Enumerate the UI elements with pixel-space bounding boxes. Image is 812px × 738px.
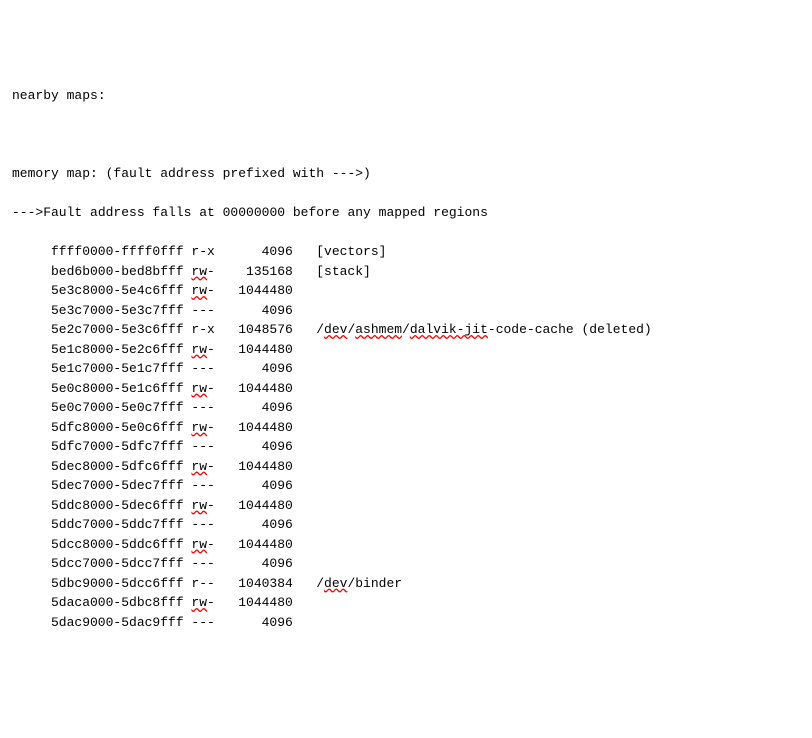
permissions: rw- [191, 262, 222, 282]
memory-map-row: 5dcc7000-5dcc7fff ---4096 [12, 554, 800, 574]
permissions: rw- [191, 496, 222, 516]
addr-range: 5dec7000-5dec7fff [51, 476, 184, 496]
permissions: --- [191, 613, 222, 633]
addr-range: 5dfc7000-5dfc7fff [51, 437, 184, 457]
memory-map-row: 5e0c7000-5e0c7fff ---4096 [12, 398, 800, 418]
region-size: 1044480 [223, 418, 293, 438]
addr-range: 5dcc7000-5dcc7fff [51, 554, 184, 574]
addr-range: bed6b000-bed8bfff [51, 262, 184, 282]
mapping-path: /dev/binder [293, 574, 402, 594]
fault-address-line: --->Fault address falls at 00000000 befo… [12, 203, 800, 223]
heading-nearby-maps: nearby maps: [12, 86, 800, 106]
memory-map-row: 5e3c8000-5e4c6fff rw-1044480 [12, 281, 800, 301]
memory-map-row: 5e2c7000-5e3c6fff r-x1048576/dev/ashmem/… [12, 320, 800, 340]
region-size: 4096 [223, 398, 293, 418]
region-size: 4096 [223, 515, 293, 535]
region-size: 4096 [223, 437, 293, 457]
addr-range: 5e0c7000-5e0c7fff [51, 398, 184, 418]
memory-map-row: 5daca000-5dbc8fff rw-1044480 [12, 593, 800, 613]
memory-map-row: 5dcc8000-5ddc6fff rw-1044480 [12, 535, 800, 555]
addr-range: 5daca000-5dbc8fff [51, 593, 184, 613]
memory-map-row: 5dbc9000-5dcc6fff r--1040384/dev/binder [12, 574, 800, 594]
memory-map-row: ffff0000-ffff0fff r-x4096[vectors] [12, 242, 800, 262]
region-size: 135168 [223, 262, 293, 282]
memory-map-row: 5dec7000-5dec7fff ---4096 [12, 476, 800, 496]
memory-map-row: 5e3c7000-5e3c7fff ---4096 [12, 301, 800, 321]
memory-map-row: 5dfc8000-5e0c6fff rw-1044480 [12, 418, 800, 438]
permissions: r-x [191, 242, 222, 262]
memory-map-row: 5e0c8000-5e1c6fff rw-1044480 [12, 379, 800, 399]
permissions: --- [191, 359, 222, 379]
addr-range: 5dec8000-5dfc6fff [51, 457, 184, 477]
permissions: rw- [191, 535, 222, 555]
region-size: 1044480 [223, 496, 293, 516]
region-size: 1044480 [223, 535, 293, 555]
addr-range: 5ddc8000-5dec6fff [51, 496, 184, 516]
mapping-path: /dev/ashmem/dalvik-jit-code-cache (delet… [293, 320, 652, 340]
permissions: rw- [191, 379, 222, 399]
addr-range: 5e2c7000-5e3c6fff [51, 320, 184, 340]
permissions: --- [191, 398, 222, 418]
memory-map-rows: ffff0000-ffff0fff r-x4096[vectors]bed6b0… [12, 242, 800, 632]
permissions: rw- [191, 281, 222, 301]
region-size: 4096 [223, 242, 293, 262]
region-size: 1044480 [223, 379, 293, 399]
region-size: 4096 [223, 301, 293, 321]
addr-range: 5e3c8000-5e4c6fff [51, 281, 184, 301]
memory-map-row: 5e1c7000-5e1c7fff ---4096 [12, 359, 800, 379]
region-size: 1044480 [223, 340, 293, 360]
addr-range: 5ddc7000-5ddc7fff [51, 515, 184, 535]
permissions: rw- [191, 340, 222, 360]
region-size: 1044480 [223, 457, 293, 477]
blank-line [12, 125, 800, 145]
permissions: r-- [191, 574, 222, 594]
region-size: 1044480 [223, 593, 293, 613]
mapping-path: [vectors] [293, 242, 387, 262]
region-size: 4096 [223, 613, 293, 633]
permissions: r-x [191, 320, 222, 340]
memory-map-row: 5dfc7000-5dfc7fff ---4096 [12, 437, 800, 457]
region-size: 4096 [223, 554, 293, 574]
permissions: --- [191, 515, 222, 535]
permissions: rw- [191, 457, 222, 477]
addr-range: ffff0000-ffff0fff [51, 242, 184, 262]
memory-map-row: 5ddc7000-5ddc7fff ---4096 [12, 515, 800, 535]
region-size: 1040384 [223, 574, 293, 594]
permissions: --- [191, 301, 222, 321]
heading-memory-map: memory map: (fault address prefixed with… [12, 164, 800, 184]
permissions: rw- [191, 418, 222, 438]
addr-range: 5e0c8000-5e1c6fff [51, 379, 184, 399]
addr-range: 5e1c7000-5e1c7fff [51, 359, 184, 379]
addr-range: 5dbc9000-5dcc6fff [51, 574, 184, 594]
memory-map-row: 5e1c8000-5e2c6fff rw-1044480 [12, 340, 800, 360]
permissions: --- [191, 437, 222, 457]
region-size: 1044480 [223, 281, 293, 301]
region-size: 1048576 [223, 320, 293, 340]
addr-range: 5e3c7000-5e3c7fff [51, 301, 184, 321]
region-size: 4096 [223, 476, 293, 496]
memory-map-row: 5dac9000-5dac9fff ---4096 [12, 613, 800, 633]
addr-range: 5dfc8000-5e0c6fff [51, 418, 184, 438]
addr-range: 5dac9000-5dac9fff [51, 613, 184, 633]
memory-map-row: bed6b000-bed8bfff rw-135168[stack] [12, 262, 800, 282]
mapping-path: [stack] [293, 262, 371, 282]
memory-map-row: 5ddc8000-5dec6fff rw-1044480 [12, 496, 800, 516]
permissions: --- [191, 554, 222, 574]
addr-range: 5e1c8000-5e2c6fff [51, 340, 184, 360]
region-size: 4096 [223, 359, 293, 379]
permissions: --- [191, 476, 222, 496]
addr-range: 5dcc8000-5ddc6fff [51, 535, 184, 555]
permissions: rw- [191, 593, 222, 613]
memory-map-row: 5dec8000-5dfc6fff rw-1044480 [12, 457, 800, 477]
